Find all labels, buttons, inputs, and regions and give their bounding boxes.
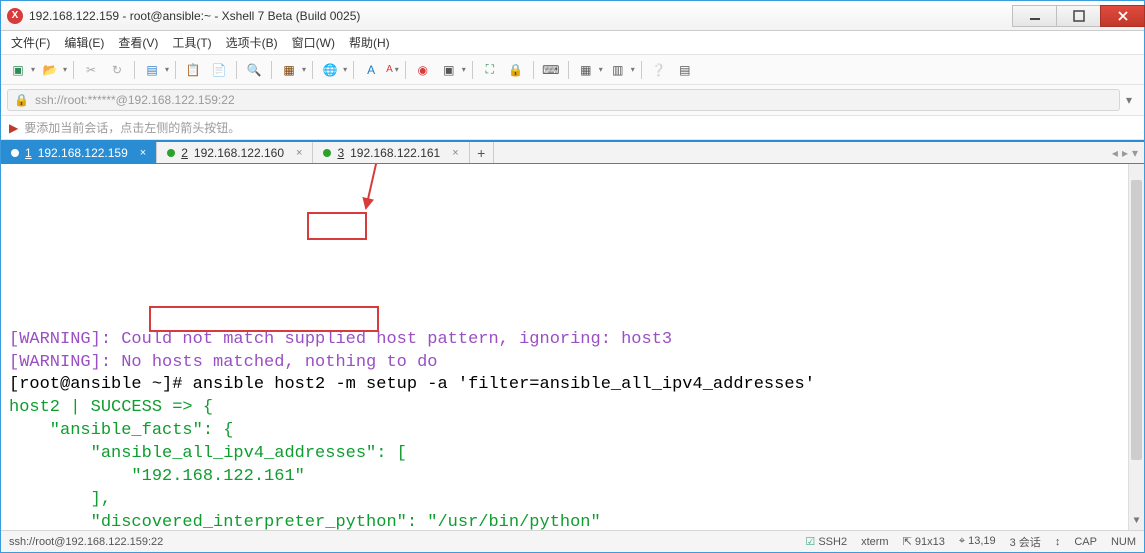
- session-tab-3[interactable]: 3 192.168.122.161 ×: [313, 142, 469, 163]
- stop-icon[interactable]: ▣: [438, 59, 460, 81]
- status-size: 91x13: [915, 536, 945, 548]
- terminal-line: "ansible_all_ipv4_addresses": [: [9, 443, 1136, 466]
- terminal-line: [WARNING]: No hosts matched, nothing to …: [9, 352, 1136, 375]
- terminal-line: ],: [9, 489, 1136, 512]
- add-tab-button[interactable]: +: [470, 142, 494, 163]
- tab-close-icon[interactable]: ×: [296, 147, 302, 159]
- status-dot-icon: [11, 149, 19, 157]
- close-button[interactable]: [1100, 5, 1145, 27]
- status-linkup-icon: ↕: [1055, 536, 1061, 548]
- tab-number: 3: [337, 146, 344, 160]
- session-tab-2[interactable]: 2 192.168.122.160 ×: [157, 142, 313, 163]
- properties-icon[interactable]: ▤: [141, 59, 163, 81]
- scroll-thumb[interactable]: [1131, 180, 1142, 460]
- scroll-down-icon[interactable]: ▼: [1129, 514, 1144, 530]
- terminal-line: "ansible_facts": {: [9, 420, 1136, 443]
- font-icon[interactable]: A: [360, 59, 382, 81]
- window-controls: [1012, 5, 1144, 27]
- fullscreen-icon[interactable]: ⛶: [479, 59, 501, 81]
- lock-icon[interactable]: 🔒: [505, 59, 527, 81]
- tab-close-icon[interactable]: ×: [452, 147, 458, 159]
- layout2-icon[interactable]: ▥: [607, 59, 629, 81]
- terminal-line: [WARNING]: Could not match supplied host…: [9, 329, 1136, 352]
- tabstrip: 1 192.168.122.159 × 2 192.168.122.160 × …: [1, 140, 1144, 164]
- status-protocol: SSH2: [818, 536, 847, 548]
- maximize-button[interactable]: [1056, 5, 1101, 27]
- globe-icon[interactable]: 🌐: [319, 59, 341, 81]
- addressbar-text: ssh://root:******@192.168.122.159:22: [35, 93, 235, 107]
- app-icon: X: [7, 8, 23, 24]
- menubar: 文件(F) 编辑(E) 查看(V) 工具(T) 选项卡(B) 窗口(W) 帮助(…: [1, 31, 1144, 55]
- color-icon[interactable]: ▦: [278, 59, 300, 81]
- addressbar[interactable]: 🔒 ssh://root:******@192.168.122.159:22: [7, 89, 1120, 111]
- hintbar: ▶ 要添加当前会话，点击左侧的箭头按钮。: [1, 116, 1144, 140]
- addressbar-dropdown[interactable]: ▾: [1120, 89, 1138, 111]
- tab-nav-right-icon[interactable]: ▸: [1122, 146, 1128, 160]
- menu-file[interactable]: 文件(F): [11, 34, 50, 51]
- copy-icon[interactable]: 📋: [182, 59, 204, 81]
- window-title: 192.168.122.159 - root@ansible:~ - Xshel…: [29, 9, 360, 23]
- paste-icon[interactable]: 📄: [208, 59, 230, 81]
- minimize-button[interactable]: [1012, 5, 1057, 27]
- settings-icon[interactable]: ▤: [674, 59, 696, 81]
- new-session-icon[interactable]: ▣: [7, 59, 29, 81]
- terminal-line: "discovered_interpreter_python": "/usr/b…: [9, 512, 1136, 530]
- status-num: NUM: [1111, 536, 1136, 548]
- layout1-icon[interactable]: ▦: [575, 59, 597, 81]
- terminal-line: [root@ansible ~]# ansible host2 -m setup…: [9, 374, 1136, 397]
- tab-label: 192.168.122.161: [350, 146, 440, 160]
- statusbar: ssh://root@192.168.122.159:22 ☑ SSH2 xte…: [1, 530, 1144, 552]
- tab-nav: ◂ ▸ ▾: [1106, 142, 1144, 163]
- tab-label: 192.168.122.159: [38, 146, 128, 160]
- titlebar: X 192.168.122.159 - root@ansible:~ - Xsh…: [1, 1, 1144, 31]
- tab-label: 192.168.122.160: [194, 146, 284, 160]
- keyboard-icon[interactable]: ⌨: [540, 59, 562, 81]
- menu-tab[interactable]: 选项卡(B): [226, 34, 278, 51]
- tab-close-icon[interactable]: ×: [140, 147, 146, 159]
- tab-number: 1: [25, 146, 32, 160]
- lock-small-icon: 🔒: [14, 93, 29, 107]
- toolbar: ▣▾ 📂▾ ✂ ↻ ▤▾ 📋 📄 🔍 ▦▾ 🌐▾ AA▾ ◉ ▣▾ ⛶ 🔒 ⌨ …: [1, 55, 1144, 85]
- menu-tools[interactable]: 工具(T): [172, 34, 211, 51]
- hint-text: 要添加当前会话，点击左侧的箭头按钮。: [24, 119, 240, 136]
- reconnect-icon[interactable]: ↻: [106, 59, 128, 81]
- session-tab-1[interactable]: 1 192.168.122.159 ×: [1, 142, 157, 163]
- terminal-line: host2 | SUCCESS => {: [9, 397, 1136, 420]
- flag-icon: ▶: [9, 121, 18, 135]
- annotation-box-host2: [307, 212, 367, 240]
- terminal-line: "192.168.122.161": [9, 466, 1136, 489]
- status-termtype: xterm: [861, 536, 889, 548]
- record-icon[interactable]: ◉: [412, 59, 434, 81]
- status-dot-icon: [323, 149, 331, 157]
- annotation-arrow: [361, 164, 401, 212]
- menu-view[interactable]: 查看(V): [118, 34, 158, 51]
- open-icon[interactable]: 📂: [39, 59, 61, 81]
- connect-icon[interactable]: ✂: [80, 59, 102, 81]
- menu-window[interactable]: 窗口(W): [292, 34, 335, 51]
- terminal-output[interactable]: ▲ ▼ [WARNING]: Could not match supplied …: [1, 164, 1144, 530]
- status-cursor-pos: 13,19: [968, 535, 996, 547]
- status-caps: CAP: [1074, 536, 1097, 548]
- tab-nav-menu-icon[interactable]: ▾: [1132, 146, 1138, 160]
- status-dot-icon: [167, 149, 175, 157]
- status-left: ssh://root@192.168.122.159:22: [9, 536, 163, 548]
- menu-help[interactable]: 帮助(H): [349, 34, 390, 51]
- status-sessions: 3 会话: [1010, 534, 1041, 550]
- help-icon[interactable]: ❔: [648, 59, 670, 81]
- status-proto-icon: ☑: [805, 536, 815, 548]
- tab-nav-left-icon[interactable]: ◂: [1112, 146, 1118, 160]
- terminal-scrollbar[interactable]: ▲ ▼: [1128, 164, 1144, 530]
- addressbar-wrap: 🔒 ssh://root:******@192.168.122.159:22 ▾: [1, 85, 1144, 116]
- search-icon[interactable]: 🔍: [243, 59, 265, 81]
- tab-number: 2: [181, 146, 188, 160]
- menu-edit[interactable]: 编辑(E): [64, 34, 104, 51]
